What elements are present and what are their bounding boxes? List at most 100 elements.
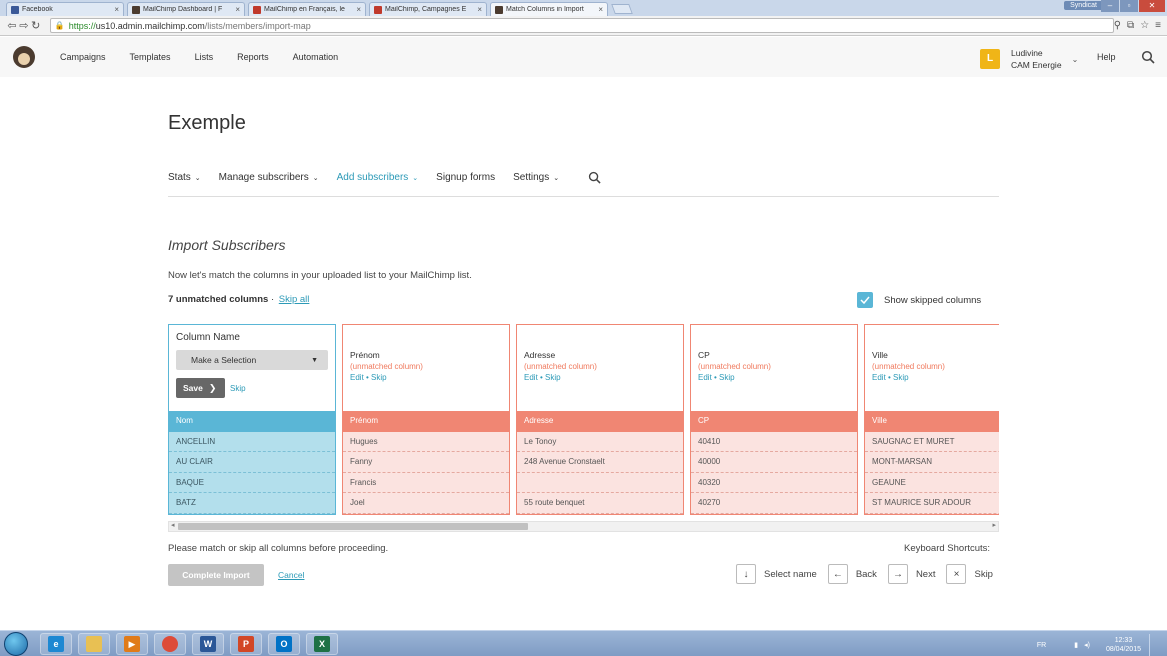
browser-tab-bar: Facebook × MailChimp Dashboard | F × MailChi… xyxy=(0,0,1167,16)
bookmark-star-icon[interactable]: ☆ xyxy=(1140,20,1149,31)
app-header: Campaigns Templates Lists Reports Automation… xyxy=(0,37,1167,77)
subnav-item[interactable]: Manage subscribers ⌄ xyxy=(219,172,319,183)
language-indicator[interactable]: FR xyxy=(1037,642,1046,649)
browser-tab[interactable]: Facebook × xyxy=(6,2,124,16)
zoom-icon[interactable]: ⚲ xyxy=(1114,20,1121,31)
browser-toolbar: ⇦ ⇨ ↻ 🔒 https:// us10.admin.mailchimp.co… xyxy=(0,16,1167,36)
browser-tab[interactable]: MailChimp, Campagnes E × xyxy=(369,2,487,16)
edit-link[interactable]: Edit xyxy=(524,373,538,382)
column-actions: Edit • Skip xyxy=(698,373,735,382)
subnav-item[interactable]: Add subscribers ⌄ xyxy=(337,172,419,183)
mailchimp-icon xyxy=(132,5,140,14)
column-header-cell: CP xyxy=(691,411,857,432)
url-scheme: https:// xyxy=(68,20,96,31)
close-icon[interactable]: × xyxy=(598,5,603,14)
subnav-item[interactable]: Signup forms xyxy=(436,172,495,183)
show-skipped-toggle[interactable]: Show skipped columns xyxy=(857,292,981,308)
shortcut-label: Next xyxy=(915,568,936,580)
column-status: (unmatched column) xyxy=(350,362,423,371)
close-icon[interactable]: × xyxy=(235,5,240,14)
column-name: Adresse xyxy=(524,350,556,360)
skip-all-link[interactable]: Skip all xyxy=(279,294,310,305)
nav-item-templates[interactable]: Templates xyxy=(130,52,171,62)
skip-link[interactable]: Skip xyxy=(545,373,561,382)
table-cell: SAUGNAC ET MURET xyxy=(865,431,999,453)
close-icon[interactable]: × xyxy=(114,5,119,14)
search-icon[interactable] xyxy=(588,171,601,189)
save-button[interactable]: Save ❯ xyxy=(176,378,225,398)
edit-link[interactable]: Edit xyxy=(698,373,712,382)
skip-link[interactable]: Skip xyxy=(893,373,909,382)
nav-item-reports[interactable]: Reports xyxy=(237,52,269,62)
windows-taskbar: e ▶ W P O X FR ▮ ◂) 12:33 08/04/2015 xyxy=(0,630,1167,656)
shortcuts-title: Keyboard Shortcuts: xyxy=(904,543,991,554)
horizontal-scrollbar[interactable]: ◂ ▸ xyxy=(168,521,999,532)
taskbar-app[interactable] xyxy=(154,632,186,655)
taskbar-app[interactable] xyxy=(78,632,110,655)
user-menu[interactable]: L Ludivine CAM Energie ⌄ xyxy=(980,47,1078,71)
taskbar-app[interactable]: P xyxy=(230,632,262,655)
nav-item-automation[interactable]: Automation xyxy=(293,52,339,62)
skip-link[interactable]: Skip xyxy=(371,373,387,382)
browser-tab[interactable]: Match Columns in Import × xyxy=(490,2,608,16)
browser-tab[interactable]: MailChimp Dashboard | F × xyxy=(127,2,245,16)
column-header-cell: Nom xyxy=(169,411,335,432)
taskbar-app[interactable]: W xyxy=(192,632,224,655)
nav-item-lists[interactable]: Lists xyxy=(195,52,214,62)
field-select[interactable]: Make a Selection ▼ xyxy=(176,350,328,370)
maximize-button[interactable]: ▫ xyxy=(1120,0,1138,12)
show-desktop-button[interactable] xyxy=(1149,634,1159,656)
mailchimp-logo-icon[interactable] xyxy=(13,46,35,68)
column-header-cell: Adresse xyxy=(517,411,683,432)
new-tab-button[interactable] xyxy=(611,4,633,14)
clock[interactable]: 12:33 08/04/2015 xyxy=(1106,636,1141,654)
taskbar-app[interactable]: ▶ xyxy=(116,632,148,655)
browser-tab[interactable]: MailChimp en Français, le × xyxy=(248,2,366,16)
scrollbar-thumb[interactable] xyxy=(178,523,528,530)
taskbar-app[interactable]: X xyxy=(306,632,338,655)
shortcut-item: ↓ Select name xyxy=(736,564,817,584)
network-icon[interactable]: ▮ xyxy=(1074,641,1078,649)
help-link[interactable]: Help xyxy=(1097,52,1116,62)
scroll-left-icon[interactable]: ◂ xyxy=(171,521,175,529)
menu-icon[interactable]: ≡ xyxy=(1155,20,1161,31)
browser-tab-label: MailChimp en Français, le xyxy=(264,6,345,13)
address-bar[interactable]: 🔒 https:// us10.admin.mailchimp.com /lis… xyxy=(49,18,1114,33)
start-button[interactable] xyxy=(4,631,28,656)
column-actions: Edit • Skip xyxy=(350,373,387,382)
back-icon[interactable]: ⇦ xyxy=(6,19,18,32)
volume-icon[interactable]: ◂) xyxy=(1084,641,1090,649)
keyboard-shortcuts: ↓ Select name ← Back → Next × Skip xyxy=(736,564,993,584)
edit-link[interactable]: Edit xyxy=(350,373,364,382)
reload-icon[interactable]: ↻ xyxy=(30,19,42,32)
table-cell xyxy=(517,472,683,494)
subnav-item[interactable]: Stats ⌄ xyxy=(168,172,201,183)
scroll-right-icon[interactable]: ▸ xyxy=(992,521,996,529)
shortcut-label: Back xyxy=(855,568,877,580)
edit-link[interactable]: Edit xyxy=(872,373,886,382)
powerpoint-icon: P xyxy=(238,635,254,652)
browser-profile[interactable]: Syndicat xyxy=(1064,1,1103,10)
minimize-button[interactable]: – xyxy=(1101,0,1119,12)
media-player-icon: ▶ xyxy=(124,635,140,652)
page-title: Exemple xyxy=(168,112,246,134)
forward-icon[interactable]: ⇨ xyxy=(18,19,30,32)
chevron-down-icon: ⌄ xyxy=(194,175,201,182)
checkbox-checked[interactable] xyxy=(857,292,873,308)
close-window-button[interactable]: ✕ xyxy=(1139,0,1165,12)
column-status: (unmatched column) xyxy=(524,362,597,371)
nav-item-campaigns[interactable]: Campaigns xyxy=(60,52,106,62)
translate-icon[interactable]: ⧉ xyxy=(1127,20,1134,31)
close-icon[interactable]: × xyxy=(356,5,361,14)
subnav-item[interactable]: Settings ⌄ xyxy=(513,172,559,183)
taskbar-app[interactable]: O xyxy=(268,632,300,655)
taskbar-app[interactable]: e xyxy=(40,632,72,655)
skip-link[interactable]: Skip xyxy=(719,373,735,382)
skip-link[interactable]: Skip xyxy=(230,384,246,393)
site-icon xyxy=(374,5,382,14)
column-name-heading: Column Name xyxy=(176,332,240,343)
search-icon[interactable] xyxy=(1141,50,1155,69)
complete-import-button[interactable]: Complete Import xyxy=(168,564,264,586)
close-icon[interactable]: × xyxy=(477,5,482,14)
cancel-link[interactable]: Cancel xyxy=(278,570,304,580)
